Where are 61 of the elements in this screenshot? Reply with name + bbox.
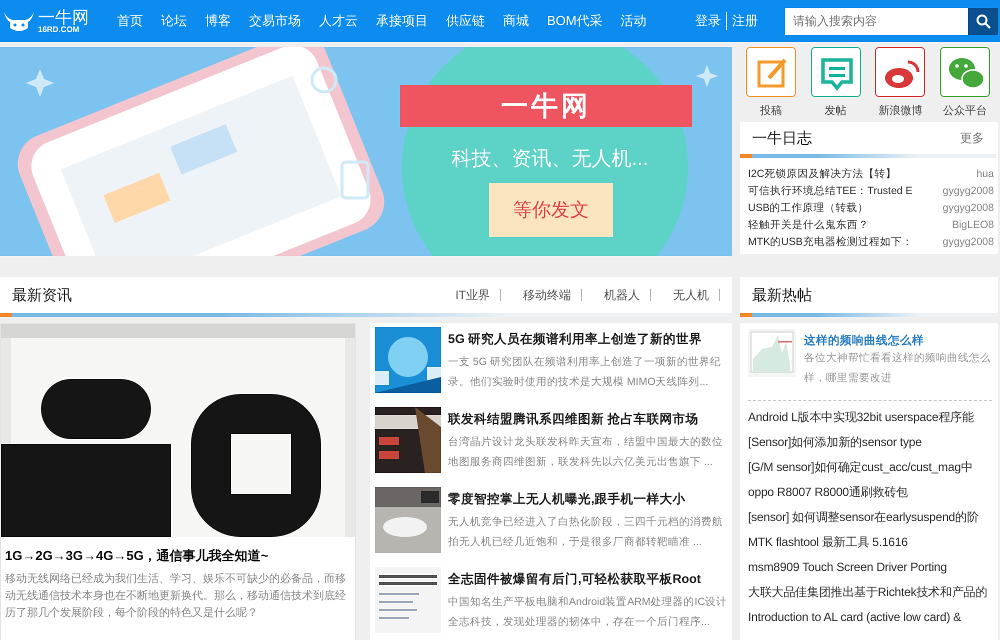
hot-post-link[interactable]: msm8909 Touch Screen Driver Porting: [748, 555, 992, 580]
category-link[interactable]: 无人机: [651, 289, 720, 301]
featured-title: 1G→2G→3G→4G→5G，通信事儿我全知道~: [5, 547, 270, 565]
news-title: 零度智控掌上无人机曝光,跟手机一样大小: [448, 491, 686, 508]
hot-post-link[interactable]: [G/M sensor]如何确定cust_acc/cust_mag中: [748, 455, 992, 480]
hot-post-summary: 各位大神帮忙看看这样的频响曲线怎么样，哪里需要改进: [804, 351, 992, 386]
hot-post-link[interactable]: MTK flashtool 最新工具 5.1616: [748, 530, 992, 555]
section-title: 最新热帖: [752, 286, 812, 304]
category-link[interactable]: 机器人: [582, 289, 651, 301]
entry-author: gygyg2008: [942, 235, 994, 250]
news-summary: 中国知名生产平板电脑和Android装置ARM处理器的IC设计全志科技，发现处理器的韧体中，存在一个后门程序...: [448, 595, 728, 630]
search-field[interactable]: 请输入搜索内容: [785, 8, 968, 34]
hot-featured[interactable]: 这样的频响曲线怎么样 各位大神帮忙看看这样的频响曲线怎么样，哪里需要改进: [748, 323, 992, 401]
entry-author: gygyg2008: [942, 201, 994, 216]
news-item[interactable]: 全志固件被爆留有后门,可轻松获取平板Root 中国知名生产平板电脑和Android装置ARM处理器的IC设计全志科技，发现处理器的韧体中，存在一个后门程序...: [375, 567, 732, 633]
featured-card[interactable]: 1G→2G→3G→4G→5G，通信事儿我全知道~ 移动无线网络已经成为我们生活、学习、娱乐不可缺少的必备品，而移动无线通信技术本身也在不断地更新换代。那么，移动通信技术到底经历了那几个发展阶段，每个阶段的特色又是什么呢？: [0, 323, 356, 640]
section-title: 最新资讯: [12, 286, 72, 304]
hot-post-title: 这样的频响曲线怎么样: [804, 333, 925, 348]
diary-entry[interactable]: I2C死锁原因及解决方法【转】 hua: [748, 166, 994, 183]
news-summary: 无人机竞争已经进入了白热化阶段，三四千元档的消费航拍无人机已经几近饱和，于是很多厂商都转靶瞄准 ...: [448, 515, 724, 550]
entry-title: MTK的USB充电器检测过程如下：: [748, 235, 913, 250]
shortcut-link[interactable]: 发帖: [804, 47, 867, 118]
search-icon: [976, 14, 990, 28]
featured-summary: 移动无线网络已经成为我们生活、学习、娱乐不可缺少的必备品，而移动无线通信技术本身也在不断地更新换代。那么，移动通信技术到底经历了那几个发展阶段，每个阶段的特色又是什么呢？: [5, 572, 347, 621]
hot-post-link[interactable]: [Sensor]如何添加新的sensor type: [748, 430, 992, 455]
news-title: 联发科结盟腾讯系四维图新 抢占车联网市场: [448, 411, 700, 428]
diary-entry[interactable]: 轻触开关是什么鬼东西？ BigLEO8: [748, 217, 994, 234]
hot-post-link[interactable]: oppo R8007 R8000通刷救砖包: [748, 480, 992, 505]
diary-entry[interactable]: USB的工作原理（转载） gygyg2008: [748, 200, 994, 217]
shortcut-link[interactable]: 公众平台: [934, 47, 996, 118]
diary-entry[interactable]: MTK的USB充电器检测过程如下： gygyg2008: [748, 234, 994, 251]
search-button[interactable]: [968, 8, 998, 34]
news-summary: 台湾晶片设计龙头联发科昨天宣布，结盟中国最大的数位地图服务商四维图新，联发科先以六亿美元出售旗下 ...: [448, 435, 724, 470]
banner-subtitle: 科技、资讯、无人机...: [450, 147, 650, 172]
entry-title: 可信执行环境总结TEE：Trusted E: [748, 184, 913, 199]
diary-entry[interactable]: 可信执行环境总结TEE：Trusted E gygyg2008: [748, 183, 994, 200]
entry-title: USB的工作原理（转载）: [748, 201, 869, 216]
news-title: 5G 研究人员在频谱利用率上创造了新的世界: [448, 331, 704, 348]
news-item[interactable]: 零度智控掌上无人机曝光,跟手机一样大小 无人机竞争已经进入了白热化阶段，三四千元档的消费航拍无人机已经几近饱和，于是很多厂商都转靶瞄准 ...: [375, 487, 732, 553]
shortcut-link[interactable]: 新浪微博: [869, 47, 932, 118]
entry-author: gygyg2008: [942, 184, 994, 199]
news-item[interactable]: 联发科结盟腾讯系四维图新 抢占车联网市场 台湾晶片设计龙头联发科昨天宣布，结盟中国最大的数位地图服务商四维图新，联发科先以六亿美元出售旗下 ...: [375, 407, 732, 473]
logo-text: 一牛网: [38, 8, 89, 26]
entry-author: hua: [976, 167, 994, 182]
entry-author: BigLEO8: [952, 218, 994, 233]
panel-title: 一牛日志: [752, 128, 812, 148]
hot-post-link[interactable]: Android L版本中实现32bit userspace程序能: [748, 405, 992, 430]
logo-domain: 16RD.COM: [38, 26, 80, 34]
hot-post-link[interactable]: [sensor] 如何调整sensor在earlysuspend的阶: [748, 505, 992, 530]
more-link[interactable]: 更多: [960, 130, 984, 146]
entry-title: I2C死锁原因及解决方法【转】: [748, 167, 896, 182]
hot-post-link[interactable]: 大联大品佳集团推出基于Richtek技术和产品的: [748, 580, 992, 605]
category-link[interactable]: 移动终端: [501, 289, 582, 301]
category-link[interactable]: IT业界: [433, 289, 501, 301]
news-item[interactable]: 5G 研究人员在频谱利用率上创造了新的世界 一支 5G 研究团队在频谱利用率上创造了一项新的世界纪录。他们实验时使用的技术是大规模 MIMO天线阵列...: [375, 327, 732, 393]
news-summary: 一支 5G 研究团队在频谱利用率上创造了一项新的世界纪录。他们实验时使用的技术是大规模 MIMO天线阵列...: [448, 355, 722, 390]
hot-post-link[interactable]: Introduction to AL card (active low card) &: [748, 605, 992, 630]
shortcut-link[interactable]: 投稿: [740, 47, 802, 118]
entry-title: 轻触开关是什么鬼东西？: [748, 218, 869, 233]
banner-title: 一牛网: [400, 85, 692, 127]
news-title: 全志固件被爆留有后门,可轻松获取平板Root: [448, 571, 702, 588]
